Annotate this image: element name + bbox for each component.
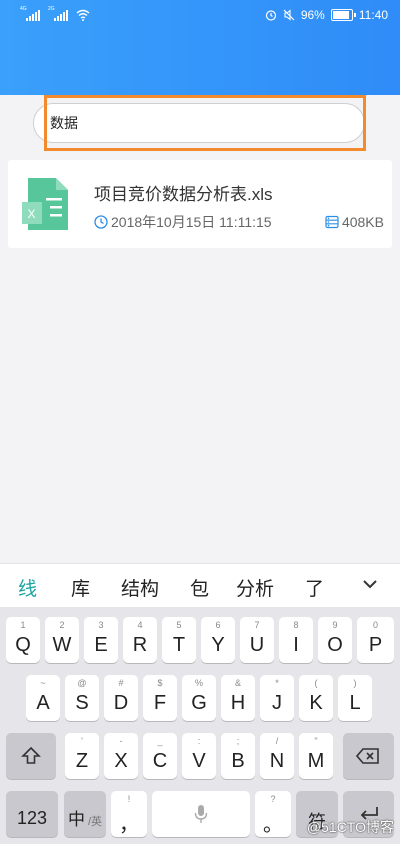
- shift-key[interactable]: [6, 733, 56, 779]
- key-b[interactable]: ; B: [221, 733, 255, 779]
- candidate-word[interactable]: 线: [18, 574, 37, 601]
- shift-icon: [21, 746, 41, 764]
- search-box[interactable]: [33, 103, 365, 143]
- candidate-word[interactable]: 库: [71, 574, 90, 601]
- signal-strength-icon: 2G: [48, 6, 68, 21]
- microphone-icon: [194, 805, 208, 823]
- search-input[interactable]: [50, 115, 340, 131]
- signal-strength-icon: 4G: [20, 6, 40, 21]
- storage-icon: [325, 215, 339, 229]
- svg-text:X: X: [28, 207, 36, 221]
- period-key[interactable]: ?。: [255, 791, 291, 837]
- candidate-word[interactable]: 结构: [121, 574, 159, 601]
- key-c[interactable]: _ C: [143, 733, 177, 779]
- key-l[interactable]: ) L: [338, 675, 372, 721]
- mute-icon: [283, 9, 295, 21]
- key-t[interactable]: 5T: [162, 617, 196, 663]
- file-name: 项目竞价数据分析表.xls: [94, 185, 273, 204]
- file-date: 2018年10月15日 11:11:15: [111, 214, 272, 230]
- key-k[interactable]: (K: [299, 675, 333, 721]
- space-key[interactable]: [152, 791, 250, 837]
- key-n[interactable]: / N: [260, 733, 294, 779]
- key-g[interactable]: % G: [182, 675, 216, 721]
- battery-icon: [330, 9, 356, 21]
- key-y[interactable]: 6Y: [201, 617, 235, 663]
- clock-icon: [94, 215, 108, 229]
- wifi-icon: [76, 9, 90, 21]
- key-a[interactable]: ~ A: [26, 675, 60, 721]
- chevron-down-icon[interactable]: [360, 574, 380, 594]
- battery-percent: 96%: [300, 8, 325, 22]
- ime-candidate-bar: 线 库 结构 包 分析 了: [0, 563, 400, 607]
- key-z[interactable]: ' Z: [65, 733, 99, 779]
- key-f[interactable]: $ F: [143, 675, 177, 721]
- key-x[interactable]: -X: [104, 733, 138, 779]
- key-w[interactable]: 2W: [45, 617, 79, 663]
- search-result-item[interactable]: X 项目竞价数据分析表.xls 2018年10月15日 11:11:15 408…: [8, 160, 392, 248]
- file-meta: 2018年10月15日 11:11:15 408KB: [94, 212, 384, 232]
- key-v[interactable]: :V: [182, 733, 216, 779]
- key-d[interactable]: # D: [104, 675, 138, 721]
- file-size: 408KB: [341, 214, 384, 230]
- key-p[interactable]: 0P: [357, 617, 394, 663]
- key-m[interactable]: " M: [299, 733, 333, 779]
- xls-file-icon: X: [22, 178, 68, 230]
- key-r[interactable]: 4R: [123, 617, 157, 663]
- status-bar: 4G 2G 96% 11:40: [0, 0, 400, 34]
- alarm-icon: [265, 10, 276, 21]
- numbers-key[interactable]: 123: [6, 791, 58, 837]
- key-s[interactable]: @ S: [65, 675, 99, 721]
- candidate-word[interactable]: 包: [190, 574, 209, 601]
- key-h[interactable]: & H: [221, 675, 255, 721]
- key-j[interactable]: * J: [260, 675, 294, 721]
- backspace-key[interactable]: [343, 733, 394, 779]
- candidate-word[interactable]: 了: [305, 574, 324, 601]
- watermark: @51CTO博客: [306, 819, 394, 835]
- key-q[interactable]: 1Q: [6, 617, 40, 663]
- backspace-icon: [356, 748, 379, 764]
- clock: 11:40: [358, 8, 388, 22]
- app-header: 4G 2G 96% 11:40: [0, 0, 400, 95]
- key-i[interactable]: 8I: [279, 617, 313, 663]
- language-switch-key[interactable]: 中/英: [64, 791, 106, 837]
- on-screen-keyboard: 1Q 2W 3E 4R 5T 6Y 7U 8I 9O 0P ~ A @ S # D $…: [0, 607, 400, 844]
- comma-key[interactable]: !，: [111, 791, 147, 837]
- key-u[interactable]: 7U: [240, 617, 274, 663]
- candidate-word[interactable]: 分析: [236, 574, 274, 601]
- key-e[interactable]: 3E: [84, 617, 118, 663]
- key-o[interactable]: 9O: [318, 617, 352, 663]
